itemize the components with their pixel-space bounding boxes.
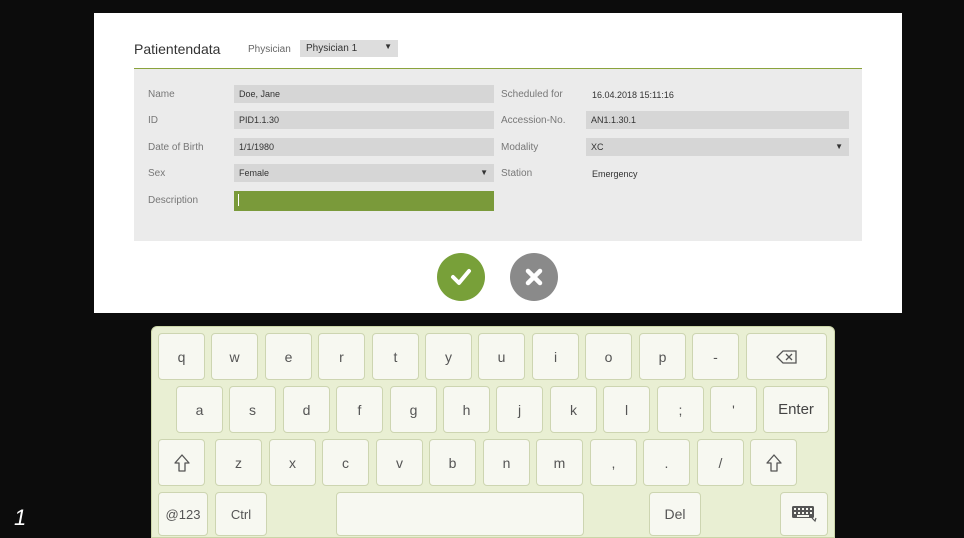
key-j[interactable]: j — [496, 386, 543, 433]
figure-number: 1 — [14, 505, 27, 530]
form-area: Name Doe, Jane ID PID1.1.30 Date of Birt… — [134, 68, 862, 241]
keyboard-hide-icon — [792, 506, 817, 523]
physician-select[interactable]: Physician 1 ▼ — [300, 40, 398, 57]
key-t[interactable]: t — [372, 333, 419, 380]
key-c[interactable]: c — [322, 439, 369, 486]
station-label: Station — [501, 168, 533, 179]
key-l[interactable]: l — [603, 386, 650, 433]
key-o[interactable]: o — [585, 333, 632, 380]
id-value: PID1.1.30 — [239, 115, 280, 125]
shift-icon — [173, 453, 190, 472]
key-q[interactable]: q — [158, 333, 205, 380]
key-y[interactable]: y — [425, 333, 472, 380]
key-h[interactable]: h — [443, 386, 490, 433]
dob-field[interactable]: 1/1/1980 — [234, 138, 494, 156]
dob-label: Date of Birth — [148, 142, 204, 153]
key-s[interactable]: s — [229, 386, 276, 433]
key-comma[interactable]: , — [590, 439, 637, 486]
backspace-icon — [775, 349, 797, 364]
shift-left-key[interactable] — [158, 439, 205, 486]
cancel-button[interactable] — [510, 253, 558, 301]
enter-key[interactable]: Enter — [763, 386, 829, 433]
key-i[interactable]: i — [532, 333, 579, 380]
dob-value: 1/1/1980 — [239, 142, 275, 152]
sex-select[interactable]: Female ▼ — [234, 164, 494, 182]
key-u[interactable]: u — [478, 333, 525, 380]
station-value: Emergency — [592, 169, 638, 179]
key-slash[interactable]: / — [697, 439, 744, 486]
description-label: Description — [148, 195, 199, 206]
space-key[interactable] — [336, 492, 584, 536]
scheduled-value: 16.04.2018 15:11:16 — [592, 90, 674, 100]
shift-right-key[interactable] — [750, 439, 797, 486]
ctrl-key[interactable]: Ctrl — [215, 492, 267, 536]
key-b[interactable]: b — [429, 439, 476, 486]
delete-key[interactable]: Del — [649, 492, 701, 536]
modality-label: Modality — [501, 142, 539, 153]
key-e[interactable]: e — [265, 333, 312, 380]
key-hyphen[interactable]: - — [692, 333, 739, 380]
key-semicolon[interactable]: ; — [657, 386, 704, 433]
x-icon — [525, 268, 543, 286]
key-z[interactable]: z — [215, 439, 262, 486]
description-field[interactable] — [234, 191, 494, 211]
sex-label: Sex — [148, 168, 166, 179]
caret-down-icon: ▼ — [835, 142, 843, 151]
physician-value: Physician 1 — [306, 43, 358, 54]
modality-select[interactable]: XC ▼ — [586, 138, 849, 156]
key-a[interactable]: a — [176, 386, 223, 433]
accession-label: Accession-No. — [501, 115, 566, 126]
accession-field[interactable]: AN1.1.30.1 — [586, 111, 849, 129]
id-field[interactable]: PID1.1.30 — [234, 111, 494, 129]
hide-keyboard-key[interactable] — [780, 492, 828, 536]
key-v[interactable]: v — [376, 439, 423, 486]
key-d[interactable]: d — [283, 386, 330, 433]
dialog-title: Patientendata — [134, 41, 221, 57]
name-field[interactable]: Doe, Jane — [234, 85, 494, 103]
shift-icon — [765, 453, 782, 472]
caret-down-icon: ▼ — [384, 42, 392, 51]
key-w[interactable]: w — [211, 333, 258, 380]
caret-down-icon: ▼ — [480, 168, 488, 177]
text-cursor — [238, 194, 239, 206]
patient-data-dialog: Patientendata Physician Physician 1 ▼ Na… — [94, 13, 902, 313]
key-r[interactable]: r — [318, 333, 365, 380]
sex-value: Female — [239, 168, 270, 178]
confirm-button[interactable] — [437, 253, 485, 301]
id-label: ID — [148, 115, 158, 126]
scheduled-label: Scheduled for — [501, 89, 563, 100]
key-f[interactable]: f — [336, 386, 383, 433]
backspace-key[interactable] — [746, 333, 827, 380]
name-label: Name — [148, 89, 175, 100]
symbols-key[interactable]: @123 — [158, 492, 208, 536]
modality-value: XC — [591, 142, 604, 152]
key-n[interactable]: n — [483, 439, 530, 486]
physician-label: Physician — [248, 44, 291, 55]
key-p[interactable]: p — [639, 333, 686, 380]
name-value: Doe, Jane — [239, 89, 281, 99]
key-period[interactable]: . — [643, 439, 690, 486]
key-k[interactable]: k — [550, 386, 597, 433]
key-apostrophe[interactable]: ' — [710, 386, 757, 433]
key-x[interactable]: x — [269, 439, 316, 486]
check-icon — [451, 269, 471, 285]
key-g[interactable]: g — [390, 386, 437, 433]
key-m[interactable]: m — [536, 439, 583, 486]
on-screen-keyboard: q w e r t y u i o p - a s d f g h j k l … — [151, 326, 835, 538]
accession-value: AN1.1.30.1 — [591, 115, 637, 125]
